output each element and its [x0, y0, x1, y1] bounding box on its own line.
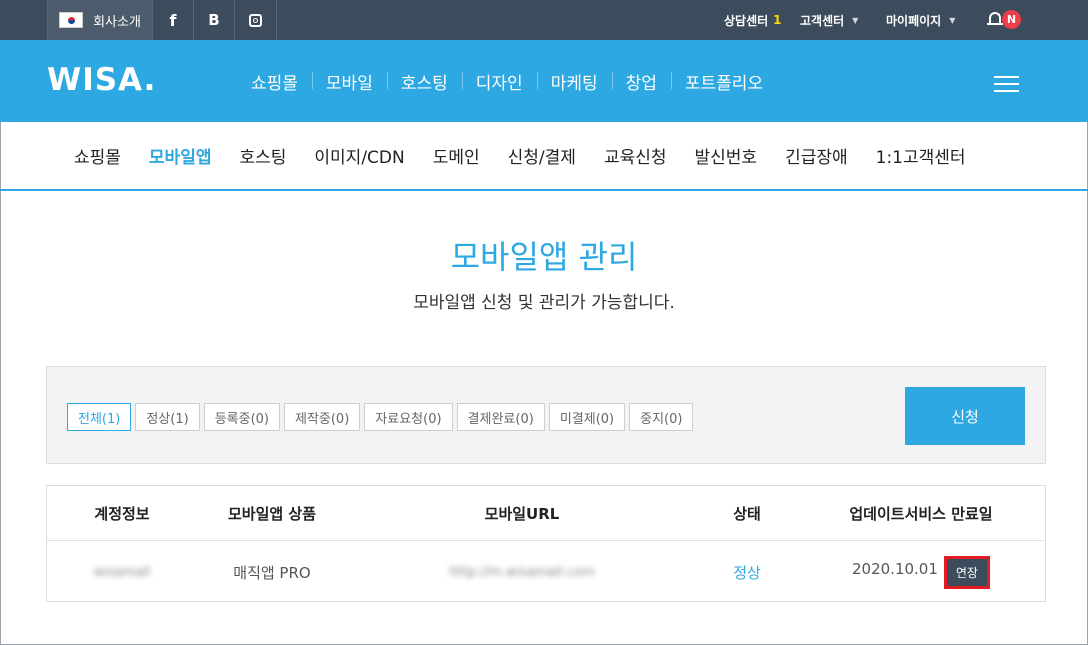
instagram-icon[interactable]	[235, 0, 277, 40]
main-nav: 쇼핑몰 모바일 호스팅 디자인 마케팅 창업 포트폴리오	[237, 40, 777, 122]
top-bar: 회사소개 f B 상담센터 1 고객센터 ▼ 마이페이지 ▼ N	[0, 0, 1088, 40]
main-nav-hosting[interactable]: 호스팅	[386, 69, 462, 94]
header-product: 모바일앱 상품	[227, 504, 317, 523]
support-center-menu[interactable]: 고객센터 ▼	[800, 0, 858, 40]
facebook-icon[interactable]: f	[153, 0, 194, 40]
mobile-url-link[interactable]: http://m.wisamall.com	[449, 565, 594, 580]
expiry-date: 2020.10.01	[852, 560, 938, 578]
company-intro-link[interactable]: 회사소개	[47, 0, 153, 40]
main-nav-startup[interactable]: 창업	[611, 69, 671, 94]
filter-paid[interactable]: 결제완료(0)	[456, 403, 545, 431]
status-filter-group: 전체(1) 정상(1) 등록중(0) 제작중(0) 자료요청(0) 결제완료(0…	[67, 403, 697, 431]
main-nav-marketing[interactable]: 마케팅	[536, 69, 612, 94]
subnav-image-cdn[interactable]: 이미지/CDN	[300, 143, 418, 168]
notification-badge[interactable]: N	[1002, 10, 1021, 29]
subnav-mobileapp[interactable]: 모바일앱	[135, 143, 226, 168]
blog-glyph: B	[208, 11, 220, 29]
filter-producing[interactable]: 제작중(0)	[283, 403, 361, 431]
consult-center-count: 1	[773, 13, 782, 27]
filter-panel: 전체(1) 정상(1) 등록중(0) 제작중(0) 자료요청(0) 결제완료(0…	[46, 366, 1046, 464]
consult-center-link[interactable]: 상담센터 1	[724, 0, 782, 40]
hamburger-menu-icon[interactable]	[994, 76, 1019, 94]
instagram-glyph	[249, 13, 262, 27]
chevron-down-icon: ▼	[949, 15, 956, 25]
main-nav-shoppingmall[interactable]: 쇼핑몰	[237, 69, 312, 94]
apply-button[interactable]: 신청	[905, 387, 1025, 445]
account-value: wisamall	[93, 564, 151, 580]
main-nav-portfolio[interactable]: 포트폴리오	[670, 69, 777, 94]
mypage-label: 마이페이지	[886, 13, 942, 28]
subnav-apply-payment[interactable]: 신청/결제	[494, 143, 590, 168]
extend-button[interactable]: 연장	[943, 555, 990, 589]
consult-center-label: 상담센터	[724, 13, 769, 28]
blog-icon[interactable]: B	[194, 0, 235, 40]
subnav-sender-number[interactable]: 발신번호	[681, 143, 772, 168]
korea-flag-icon	[59, 12, 84, 28]
subnav-domain[interactable]: 도메인	[419, 143, 494, 168]
header-account: 계정정보	[94, 504, 150, 523]
filter-normal[interactable]: 정상(1)	[135, 403, 200, 431]
company-intro-label: 회사소개	[93, 14, 141, 30]
subnav-hosting[interactable]: 호스팅	[225, 143, 300, 168]
facebook-glyph: f	[169, 10, 177, 30]
expiry-cell: 2020.10.01 연장	[797, 542, 1045, 602]
subnav-shoppingmall[interactable]: 쇼핑몰	[60, 143, 135, 168]
mobile-app-table: 계정정보 모바일앱 상품 모바일URL 상태 업데이트서비스 만료일 wisam…	[46, 485, 1046, 602]
main-header: WISA. 쇼핑몰 모바일 호스팅 디자인 마케팅 창업 포트폴리오	[0, 40, 1088, 122]
wisa-logo[interactable]: WISA.	[47, 62, 156, 98]
support-center-label: 고객센터	[800, 13, 845, 28]
status-cell: 정상	[697, 542, 797, 602]
filter-stopped[interactable]: 중지(0)	[629, 403, 694, 431]
subnav-support[interactable]: 1:1고객센터	[862, 143, 980, 168]
page-title: 모바일앱 관리	[450, 238, 638, 276]
mobile-url-cell: http://m.wisamall.com	[347, 542, 697, 602]
product-cell: 매직앱 PRO	[233, 563, 311, 582]
table-header: 계정정보 모바일앱 상품 모바일URL 상태 업데이트서비스 만료일	[47, 486, 1045, 541]
header-status: 상태	[733, 504, 761, 523]
filter-all[interactable]: 전체(1)	[67, 403, 132, 431]
header-expiry: 업데이트서비스 만료일	[849, 504, 993, 523]
subnav-education[interactable]: 교육신청	[590, 143, 681, 168]
account-cell: wisamall	[47, 542, 197, 602]
main-nav-design[interactable]: 디자인	[461, 69, 537, 94]
mypage-menu[interactable]: 마이페이지 ▼	[886, 0, 955, 40]
page-subtitle: 모바일앱 신청 및 관리가 가능합니다.	[413, 293, 675, 313]
filter-material-request[interactable]: 자료요청(0)	[364, 403, 453, 431]
status-link[interactable]: 정상	[733, 562, 761, 583]
table-row: wisamall 매직앱 PRO http://m.wisamall.com 정…	[47, 542, 1045, 602]
chevron-down-icon: ▼	[852, 15, 859, 25]
header-mobile-url: 모바일URL	[484, 504, 560, 523]
sub-nav: 쇼핑몰 모바일앱 호스팅 이미지/CDN 도메인 신청/결제 교육신청 발신번호…	[0, 122, 1088, 191]
bell-icon[interactable]	[987, 12, 1003, 26]
main-nav-mobile[interactable]: 모바일	[311, 69, 387, 94]
filter-unpaid[interactable]: 미결제(0)	[548, 403, 626, 431]
filter-registering[interactable]: 등록중(0)	[203, 403, 280, 431]
subnav-emergency[interactable]: 긴급장애	[771, 143, 862, 168]
